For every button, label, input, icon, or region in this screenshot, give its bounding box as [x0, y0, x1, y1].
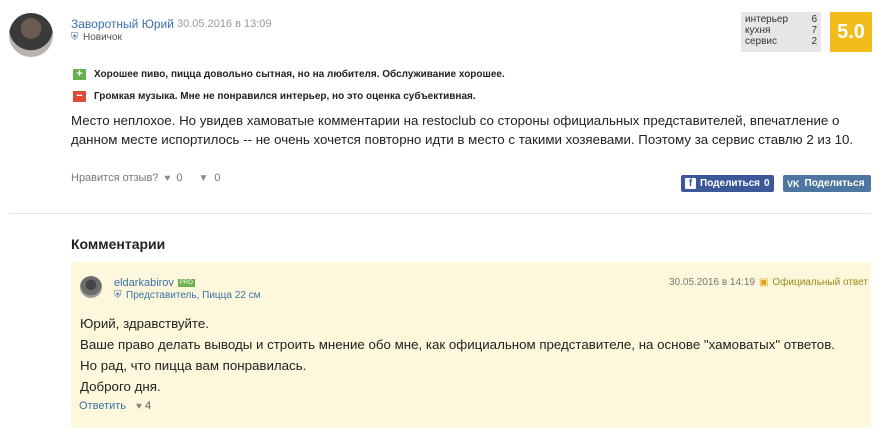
reviewer-name[interactable]: Заворотный Юрий	[71, 17, 174, 31]
section-divider	[9, 213, 871, 214]
vk-icon: VK	[787, 178, 800, 189]
comment-line: Ваше право делать выводы и строить мнени…	[80, 337, 835, 352]
heart-icon[interactable]: ♥	[136, 401, 142, 412]
comment-line: Но рад, что пицца вам понравилась.	[80, 358, 307, 373]
comment-line: Юрий, здравствуйте.	[80, 316, 209, 331]
commenter-name[interactable]: eldarkabirov	[114, 277, 174, 289]
score-value: 2	[811, 36, 817, 47]
share-vk-button[interactable]: VK Поделиться	[783, 175, 871, 192]
total-score-badge: 5.0	[830, 12, 872, 52]
score-label: сервис	[745, 36, 778, 47]
score-value: 6	[811, 14, 817, 25]
share-vk-label: Поделиться	[804, 178, 865, 189]
like-prompt: Нравится отзыв?	[71, 172, 159, 184]
dislike-count: 0	[214, 172, 221, 184]
share-fb-label: Поделиться	[700, 178, 761, 189]
pros-line: + Хорошее пиво, пицца довольно сытная, н…	[73, 69, 505, 80]
score-breakdown: интерьер 6 кухня 7 сервис 2	[741, 12, 821, 52]
briefcase-icon: ▣	[758, 277, 769, 288]
review-reactions: Нравится отзыв? ♥ 0 ▼ 0	[71, 172, 231, 184]
comment-actions: Ответить ♥ 4	[79, 400, 151, 412]
score-row-service: сервис 2	[745, 36, 817, 47]
score-value: 7	[811, 25, 817, 36]
commenter-avatar[interactable]	[80, 276, 102, 298]
pro-badge: PRO	[177, 279, 195, 287]
commenter-role: ⛨ Представитель, Пицца 22 см	[114, 290, 261, 301]
score-row-kitchen: кухня 7	[745, 25, 817, 36]
reviewer-avatar[interactable]	[9, 13, 53, 57]
like-count: 0	[176, 172, 183, 184]
shield-icon: ⛨	[71, 31, 79, 43]
cons-text: Громкая музыка. Мне не понравился интерь…	[94, 91, 476, 102]
pros-text: Хорошее пиво, пицца довольно сытная, но …	[94, 69, 505, 80]
plus-icon: +	[73, 69, 86, 80]
reviewer-rank: ⛨ Новичок	[71, 32, 122, 43]
thumbs-down-icon[interactable]: ▼	[198, 173, 208, 184]
comments-heading: Комментарии	[71, 236, 166, 252]
comment-meta: 30.05.2016 в 14:19 ▣ Официальный ответ	[669, 277, 868, 288]
commenter-role-link[interactable]: Представитель, Пицца 22 см	[126, 290, 261, 301]
score-label: интерьер	[745, 14, 789, 25]
shield-icon: ⛨	[114, 289, 122, 301]
heart-icon[interactable]: ♥	[164, 173, 170, 184]
review-text: Место неплохое. Но увидев хамоватые комм…	[71, 113, 854, 147]
comment-like-count: 4	[145, 400, 152, 412]
comment-date: 30.05.2016 в 14:19	[669, 277, 755, 288]
score-row-interior: интерьер 6	[745, 14, 817, 25]
reviewer-rank-label: Новичок	[83, 32, 122, 43]
comment-line: Доброго дня.	[80, 379, 161, 394]
cons-line: − Громкая музыка. Мне не понравился инте…	[73, 91, 476, 102]
share-facebook-button[interactable]: f Поделиться 0	[681, 175, 774, 192]
score-label: кухня	[745, 25, 771, 36]
comment-like[interactable]: ♥ 4	[136, 400, 151, 412]
review-date: 30.05.2016 в 13:09	[177, 18, 272, 30]
official-answer-label: Официальный ответ	[772, 277, 868, 288]
reply-button[interactable]: Ответить	[79, 400, 126, 412]
share-fb-count: 0	[764, 178, 770, 189]
comment-text: Юрий, здравствуйте. Ваше право делать вы…	[80, 313, 860, 397]
commenter-name-row: eldarkabirov PRO	[114, 277, 195, 289]
facebook-icon: f	[685, 178, 696, 189]
minus-icon: −	[73, 91, 86, 102]
